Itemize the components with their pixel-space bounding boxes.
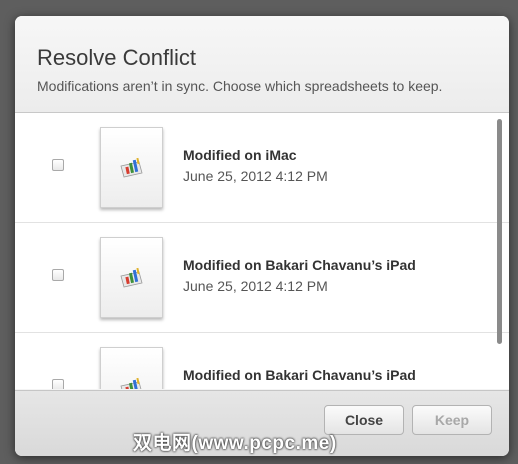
version-title: Modified on Bakari Chavanu’s iPad bbox=[183, 257, 416, 273]
site-watermark: 双电网(www.pcpc.me) bbox=[133, 433, 337, 454]
version-row[interactable]: Modified on iMac June 25, 2012 4:12 PM bbox=[15, 113, 509, 223]
dialog-header: Resolve Conflict Modifications aren’t in… bbox=[15, 16, 509, 113]
spreadsheet-thumbnail bbox=[100, 347, 163, 389]
version-checkbox[interactable] bbox=[52, 159, 64, 171]
numbers-spreadsheet-icon bbox=[120, 157, 143, 178]
keep-button[interactable]: Keep bbox=[412, 405, 492, 435]
numbers-spreadsheet-icon bbox=[120, 267, 143, 288]
version-title: Modified on Bakari Chavanu’s iPad bbox=[183, 367, 416, 383]
spreadsheet-thumbnail bbox=[100, 237, 163, 318]
version-title: Modified on iMac bbox=[183, 147, 297, 163]
version-checkbox[interactable] bbox=[52, 379, 64, 389]
version-checkbox[interactable] bbox=[52, 269, 64, 281]
list-scrollbar[interactable] bbox=[497, 119, 502, 344]
numbers-spreadsheet-icon bbox=[120, 377, 142, 389]
version-row[interactable]: Modified on Bakari Chavanu’s iPad bbox=[15, 333, 509, 389]
dialog-title: Resolve Conflict bbox=[37, 45, 196, 70]
resolve-conflict-dialog: Resolve Conflict Modifications aren’t in… bbox=[15, 16, 509, 456]
version-date: June 25, 2012 4:12 PM bbox=[183, 168, 328, 184]
version-row[interactable]: Modified on Bakari Chavanu’s iPad June 2… bbox=[15, 223, 509, 333]
version-list[interactable]: Modified on iMac June 25, 2012 4:12 PM M… bbox=[15, 113, 509, 389]
dialog-subtitle: Modifications aren’t in sync. Choose whi… bbox=[37, 78, 443, 94]
spreadsheet-thumbnail bbox=[100, 127, 163, 208]
version-date: June 25, 2012 4:12 PM bbox=[183, 278, 328, 294]
